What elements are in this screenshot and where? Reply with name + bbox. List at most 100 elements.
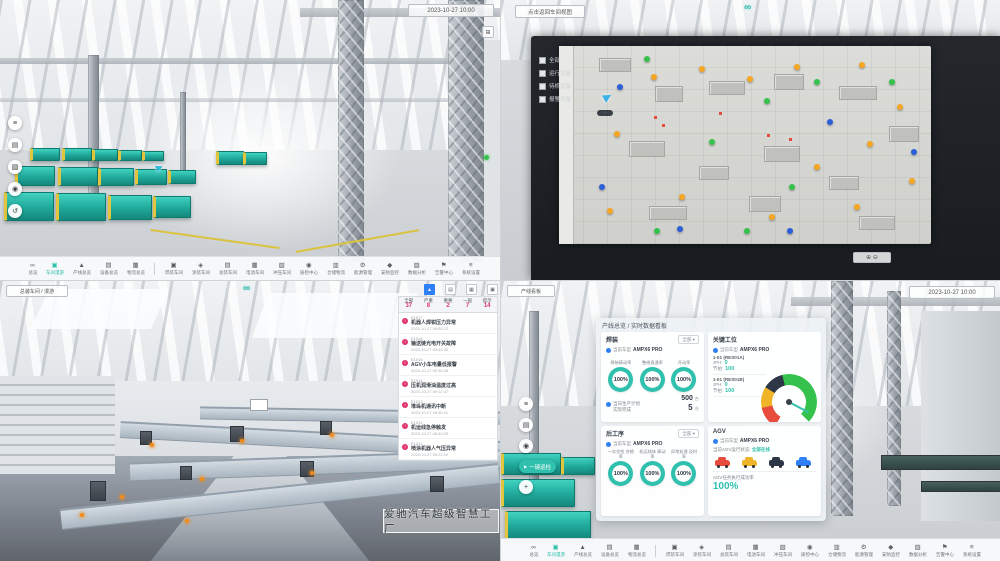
collapse-button[interactable]: ··· xyxy=(597,110,613,116)
dropdown-select[interactable]: 全部 ▾ xyxy=(678,429,699,438)
status-dot[interactable] xyxy=(911,149,917,155)
toolbar-item[interactable]: ▤总装车间 xyxy=(214,257,241,280)
layer-toggle-button[interactable]: ▧ xyxy=(8,160,22,174)
status-dot[interactable] xyxy=(679,194,685,200)
toolbar-item[interactable]: ▲产线总览 xyxy=(68,257,95,280)
toolbar-item[interactable]: ◉质检中心 xyxy=(796,539,823,561)
alarm-list[interactable]: !E1017机器人焊钳压力异常2023-10-27 09:58:12!E1016… xyxy=(398,312,498,461)
status-dot[interactable] xyxy=(709,139,715,145)
back-to-workshop-button[interactable]: 点击返回车间视图 xyxy=(515,5,585,18)
layer-toggle-button[interactable]: ▤ xyxy=(519,418,533,432)
panel-mode-button[interactable]: ▣ xyxy=(487,284,498,295)
alarm-item[interactable]: !E1016输送链光电开关故障2023-10-27 09:45:33 xyxy=(399,334,497,355)
status-dot[interactable] xyxy=(814,164,820,170)
toolbar-item[interactable]: ∞总览 xyxy=(525,539,542,561)
status-marker[interactable] xyxy=(484,155,489,160)
layer-toggle-button[interactable]: ▤ xyxy=(8,138,22,152)
layer-checkbox-row[interactable]: 待机设备 xyxy=(539,82,571,90)
alarm-item[interactable]: !E1011喷涂机器人气压异常2023-10-27 08:22:19 xyxy=(399,439,497,460)
toolbar-item[interactable]: ⚑告警中心 xyxy=(430,257,457,280)
toolbar-item[interactable]: ▥仓储物流 xyxy=(322,257,349,280)
toolbar-item[interactable]: ▣车间漫游 xyxy=(41,257,68,280)
toolbar-item[interactable]: ▧冲压车间 xyxy=(769,539,796,561)
patrol-button[interactable]: ▶一键巡检 xyxy=(519,460,556,473)
toolbar-item[interactable]: ▤总装车间 xyxy=(715,539,742,561)
toolbar-item[interactable]: ≡系统设置 xyxy=(958,539,985,561)
alarm-tab[interactable]: 一般7 xyxy=(458,297,478,312)
layer-toggle-button[interactable]: ◉ xyxy=(8,182,22,196)
toolbar-item[interactable]: ▦电池车间 xyxy=(742,539,769,561)
viewer-position-arrow[interactable]: ▶ xyxy=(600,89,614,104)
layer-toggle-button[interactable]: ≡ xyxy=(519,397,533,411)
status-dot[interactable] xyxy=(897,104,903,110)
alarm-item[interactable]: !E1014压机润滑油温度过高2023-10-27 09:12:47 xyxy=(399,376,497,397)
toolbar-item[interactable]: ▦物流总览 xyxy=(623,539,650,561)
status-dot[interactable] xyxy=(651,74,657,80)
toolbar-item[interactable]: ▲产线总览 xyxy=(569,539,596,561)
alarm-tab[interactable]: 全部37 xyxy=(399,297,419,312)
agv-vehicle-icon[interactable] xyxy=(769,460,784,466)
layer-toggle-button[interactable]: ≡ xyxy=(8,116,22,130)
toolbar-item[interactable]: ▧冲压车间 xyxy=(268,257,295,280)
toolbar-item[interactable]: ◈涂装车间 xyxy=(187,257,214,280)
toolbar-item[interactable]: ▣焊装车间 xyxy=(160,257,187,280)
status-dot[interactable] xyxy=(699,66,705,72)
alarm-item[interactable]: !E1012机运线急停触发2023-10-27 08:40:05 xyxy=(399,418,497,439)
toolbar-item[interactable]: ⚑告警中心 xyxy=(931,539,958,561)
status-dot[interactable] xyxy=(814,79,820,85)
status-dot[interactable] xyxy=(654,228,660,234)
layer-checkbox-row[interactable]: 报警设备 xyxy=(539,95,571,103)
panel-mode-button[interactable]: ▲ xyxy=(424,284,435,295)
toolbar-item[interactable]: ▦物流总览 xyxy=(122,257,149,280)
status-dot[interactable] xyxy=(764,98,770,104)
agv-vehicle-icon[interactable] xyxy=(715,460,730,466)
status-dot[interactable] xyxy=(614,131,620,137)
toolbar-item[interactable]: ◉质检中心 xyxy=(295,257,322,280)
toolbar-item[interactable]: ▨数据分析 xyxy=(904,539,931,561)
status-dot[interactable] xyxy=(617,84,623,90)
factory-map[interactable]: ▶ xyxy=(559,46,931,244)
toolbar-item[interactable]: ▣车间漫游 xyxy=(542,539,569,561)
panel-mode-button[interactable]: ▤ xyxy=(445,284,456,295)
toolbar-item[interactable]: ◈涂装车间 xyxy=(688,539,715,561)
layer-toggle-button[interactable]: ◉ xyxy=(519,439,533,453)
toolbar-item[interactable]: ⚙能源管理 xyxy=(850,539,877,561)
status-dot[interactable] xyxy=(859,62,865,68)
status-dot[interactable] xyxy=(644,56,650,62)
agv-vehicle-icon[interactable] xyxy=(742,460,757,466)
toolbar-item[interactable]: ▤设备总览 xyxy=(596,539,623,561)
toolbar-item[interactable]: ∞总览 xyxy=(24,257,41,280)
toolbar-item[interactable]: ⚙能源管理 xyxy=(349,257,376,280)
status-dot[interactable] xyxy=(827,119,833,125)
status-dot[interactable] xyxy=(889,79,895,85)
toolbar-item[interactable]: ▤设备总览 xyxy=(95,257,122,280)
alarm-tab[interactable]: 重要2 xyxy=(438,297,458,312)
zoom-control[interactable]: ⊕ ⊖ xyxy=(853,252,891,263)
status-dot[interactable] xyxy=(867,141,873,147)
status-dot[interactable] xyxy=(744,228,750,234)
toolbar-item[interactable]: ◆安防监控 xyxy=(376,257,403,280)
status-dot[interactable] xyxy=(854,204,860,210)
status-dot[interactable] xyxy=(787,228,793,234)
dropdown-select[interactable]: 全部 ▾ xyxy=(678,335,699,344)
status-dot[interactable] xyxy=(599,184,605,190)
alarm-tab[interactable]: 严重8 xyxy=(419,297,439,312)
alarm-item[interactable]: !E1013堆垛机通讯中断2023-10-27 08:55:21 xyxy=(399,397,497,418)
agv-vehicle-icon[interactable] xyxy=(796,460,811,466)
layer-checkbox-row[interactable]: 全部 xyxy=(539,56,571,64)
fullscreen-button[interactable]: ⊞ xyxy=(482,26,494,38)
toolbar-item[interactable]: ▦电池车间 xyxy=(241,257,268,280)
layer-toggle-button[interactable]: + xyxy=(519,480,533,494)
status-dot[interactable] xyxy=(607,208,613,214)
status-dot[interactable] xyxy=(677,226,683,232)
alarm-item[interactable]: !E1015AGV小车电量低报警2023-10-27 09:30:08 xyxy=(399,355,497,376)
status-dot[interactable] xyxy=(747,76,753,82)
status-dot[interactable] xyxy=(769,214,775,220)
layer-checkbox-row[interactable]: 运行设备 xyxy=(539,69,571,77)
status-dot[interactable] xyxy=(909,178,915,184)
alarm-tab[interactable]: 提示14 xyxy=(477,297,497,312)
toolbar-item[interactable]: ◆安防监控 xyxy=(877,539,904,561)
toolbar-item[interactable]: ▨数据分析 xyxy=(403,257,430,280)
toolbar-item[interactable]: ≡系统设置 xyxy=(457,257,484,280)
alarm-item[interactable]: !E1017机器人焊钳压力异常2023-10-27 09:58:12 xyxy=(399,313,497,334)
